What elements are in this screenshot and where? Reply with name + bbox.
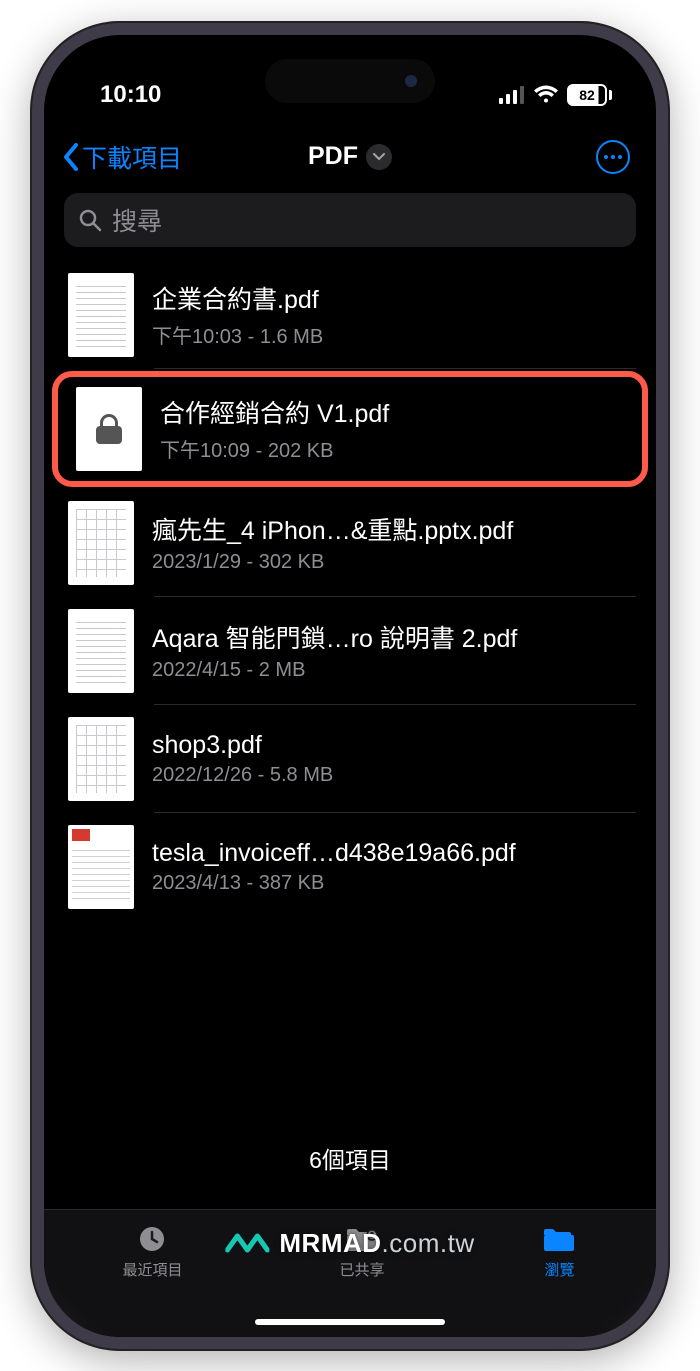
chevron-down-icon — [373, 153, 385, 161]
file-thumbnail — [68, 609, 134, 693]
wifi-icon — [533, 85, 559, 105]
watermark-brand: MRMAD — [279, 1228, 381, 1258]
file-name: 合作經銷合約 V1.pdf — [160, 394, 628, 430]
file-thumbnail — [68, 717, 134, 801]
screen: 10:10 82 下載項目 PDF — [44, 35, 656, 1337]
page-title: PDF — [308, 142, 358, 171]
watermark: MRMAD.com.tw — [225, 1228, 474, 1259]
tab-recents[interactable]: 最近項目 — [122, 1224, 182, 1280]
battery-percent: 82 — [579, 87, 595, 103]
chevron-left-icon — [62, 143, 80, 171]
file-row[interactable]: Aqara 智能門鎖…ro 說明書 2.pdf 2022/4/15 - 2 MB — [44, 597, 656, 705]
file-name: Aqara 智能門鎖…ro 說明書 2.pdf — [152, 619, 636, 655]
file-name: shop3.pdf — [152, 731, 636, 760]
lock-icon — [96, 414, 122, 444]
battery-indicator: 82 — [567, 84, 612, 106]
file-thumbnail-locked — [76, 387, 142, 471]
file-name: tesla_invoiceff…d438e19a66.pdf — [152, 839, 636, 868]
file-list: 企業合約書.pdf 下午10:03 - 1.6 MB 合作經銷合約 V1.pdf… — [44, 257, 656, 921]
watermark-suffix: .com.tw — [382, 1228, 475, 1258]
file-row[interactable]: 瘋先生_4 iPhon…&重點.pptx.pdf 2023/1/29 - 302… — [44, 489, 656, 597]
title-menu-button[interactable] — [366, 144, 392, 170]
file-thumbnail — [68, 273, 134, 357]
file-row-highlighted[interactable]: 合作經銷合約 V1.pdf 下午10:09 - 202 KB — [52, 371, 648, 487]
file-thumbnail — [68, 825, 134, 909]
clock-icon — [134, 1224, 170, 1254]
tab-browse[interactable]: 瀏覽 — [541, 1224, 577, 1280]
ellipsis-icon — [604, 155, 622, 159]
more-options-button[interactable] — [596, 140, 630, 174]
dynamic-island — [265, 59, 435, 103]
tab-label: 瀏覽 — [544, 1259, 574, 1280]
search-icon — [78, 208, 102, 232]
search-field[interactable]: 搜尋 — [64, 193, 636, 247]
file-meta: 2023/1/29 - 302 KB — [152, 551, 636, 574]
folder-icon — [541, 1224, 577, 1254]
file-meta: 下午10:03 - 1.6 MB — [152, 320, 636, 349]
file-row[interactable]: shop3.pdf 2022/12/26 - 5.8 MB — [44, 705, 656, 813]
cellular-icon — [499, 86, 525, 104]
file-name: 企業合約書.pdf — [152, 280, 636, 316]
file-meta: 2022/12/26 - 5.8 MB — [152, 764, 636, 787]
file-meta: 2022/4/15 - 2 MB — [152, 659, 636, 682]
navigation-bar: 下載項目 PDF — [44, 125, 656, 187]
file-name: 瘋先生_4 iPhon…&重點.pptx.pdf — [152, 511, 636, 547]
search-placeholder: 搜尋 — [112, 202, 162, 238]
file-meta: 2023/4/13 - 387 KB — [152, 872, 636, 895]
file-meta: 下午10:09 - 202 KB — [160, 434, 628, 463]
tab-label: 已共享 — [339, 1259, 384, 1280]
phone-frame: 10:10 82 下載項目 PDF — [30, 21, 670, 1351]
back-label: 下載項目 — [82, 139, 182, 175]
file-thumbnail — [68, 501, 134, 585]
status-time: 10:10 — [100, 81, 161, 109]
watermark-logo-icon — [225, 1228, 269, 1258]
file-row[interactable]: tesla_invoiceff…d438e19a66.pdf 2023/4/13… — [44, 813, 656, 921]
back-button[interactable]: 下載項目 — [62, 139, 182, 175]
home-indicator[interactable] — [255, 1319, 445, 1325]
file-row[interactable]: 企業合約書.pdf 下午10:03 - 1.6 MB — [44, 261, 656, 369]
tab-label: 最近項目 — [122, 1259, 182, 1280]
item-count-label: 6個項目 — [44, 1141, 656, 1175]
